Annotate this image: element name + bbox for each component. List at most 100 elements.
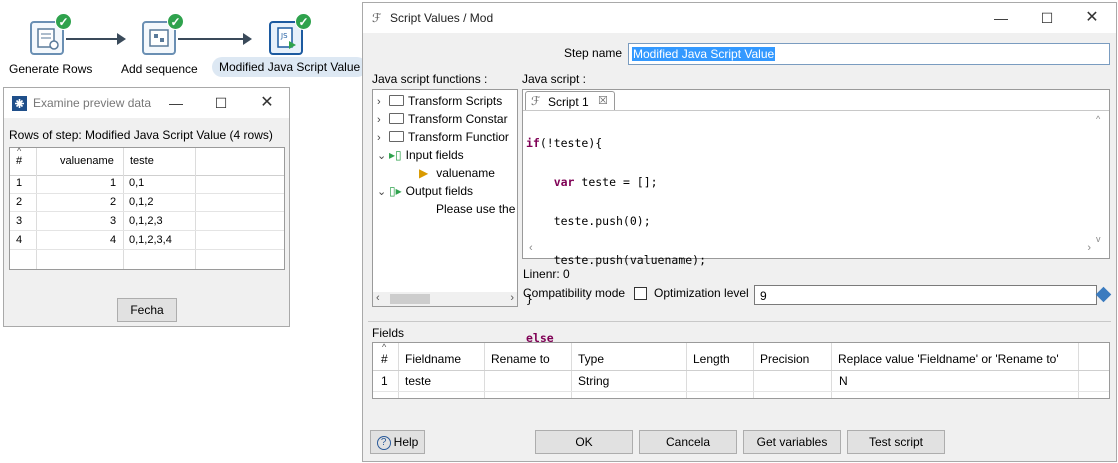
- row-number: 1: [16, 177, 23, 189]
- script-values-dialog: ℱ Script Values / Mod — ☐ ✕ Step name Mo…: [362, 2, 1117, 462]
- cell-teste: 0,1,2,3: [129, 215, 163, 227]
- svg-text:JS: JS: [280, 32, 288, 40]
- script-app-icon: ℱ: [372, 11, 382, 25]
- column-header[interactable]: #: [16, 155, 22, 167]
- tree-item-label: Transform Functior: [408, 130, 509, 144]
- get-variables-button[interactable]: Get variables: [743, 430, 841, 454]
- tree-item-transform-functions[interactable]: › Transform Functior: [377, 130, 509, 144]
- output-fields-icon: ▯▸: [389, 184, 402, 198]
- tree-item-label: Output fields: [405, 184, 474, 198]
- tree-item-transform-scripts[interactable]: › Transform Scripts: [377, 94, 502, 108]
- row-number: 4: [16, 234, 23, 246]
- maximize-icon[interactable]: ☐: [207, 92, 235, 114]
- column-header[interactable]: Fieldname: [405, 352, 461, 366]
- tree-item-hint[interactable]: Please use the ': [436, 202, 518, 216]
- compat-mode-label: Compatibility mode: [523, 286, 626, 300]
- preview-titlebar[interactable]: Examine preview data — ☐ ✕: [4, 88, 289, 118]
- step-name-label: Step name: [564, 46, 623, 60]
- tree-item-label: Input fields: [405, 148, 464, 162]
- pipeline-canvas[interactable]: ✓ Generate Rows ✓ Add sequence JS ✓ Modi…: [0, 0, 368, 85]
- tree-item-label: Please use the ': [436, 202, 518, 216]
- chevron-right-icon[interactable]: ›: [377, 96, 389, 108]
- tree-item-input-fields[interactable]: ⌄ ▸▯ Input fields: [377, 148, 464, 162]
- cell-valuename: 3: [110, 215, 117, 227]
- line-number-label: Linenr: 0: [523, 267, 570, 281]
- hop-arrow[interactable]: [66, 33, 126, 45]
- compat-mode-checkbox[interactable]: [634, 287, 647, 300]
- tree-item-label: Transform Scripts: [408, 94, 503, 108]
- close-icon[interactable]: ✕: [253, 92, 281, 114]
- ok-button[interactable]: OK: [535, 430, 633, 454]
- minimize-icon[interactable]: —: [162, 92, 190, 114]
- dialog-titlebar[interactable]: ℱ Script Values / Mod — ☐ ✕: [363, 3, 1116, 33]
- folder-icon: [389, 95, 404, 106]
- column-header[interactable]: Rename to: [491, 352, 550, 366]
- chevron-down-icon[interactable]: ⌄: [377, 185, 389, 198]
- scroll-up-icon[interactable]: ^: [1096, 114, 1100, 124]
- cell-teste: 0,1,2,3,4: [129, 234, 172, 246]
- row-number: 2: [16, 196, 23, 208]
- step-label-generate-rows[interactable]: Generate Rows: [9, 62, 92, 76]
- chevron-down-icon[interactable]: ⌄: [377, 149, 389, 162]
- close-icon[interactable]: ✕: [1078, 7, 1106, 29]
- cell-replace: N: [839, 374, 848, 388]
- script-editor[interactable]: ℱ Script 1 ☒ if(!teste){ var teste = [];…: [522, 89, 1110, 384]
- minimize-icon[interactable]: —: [987, 7, 1015, 29]
- functions-tree[interactable]: › Transform Scripts › Transform Constar › T…: [372, 89, 518, 307]
- step-ok-check-icon: ✓: [295, 13, 312, 30]
- test-script-button[interactable]: Test script: [847, 430, 945, 454]
- sort-indicator-icon: ^: [382, 342, 387, 352]
- preview-window: Examine preview data — ☐ ✕ Rows of step:…: [3, 87, 290, 327]
- help-button[interactable]: ? Help: [370, 430, 425, 454]
- pentaho-app-icon: [12, 96, 27, 111]
- column-header[interactable]: valuename: [60, 155, 114, 167]
- opt-level-value: 9: [760, 289, 767, 303]
- step-label-javascript[interactable]: Modified Java Script Value: [212, 57, 368, 77]
- tree-horizontal-scrollbar[interactable]: ‹ ›: [373, 292, 517, 306]
- scrollbar-thumb[interactable]: [390, 294, 430, 304]
- scroll-left-icon[interactable]: ‹: [529, 242, 533, 254]
- fields-table[interactable]: ^ # Fieldname Rename to Type Length Prec…: [372, 342, 1110, 399]
- tree-item-valuename[interactable]: ▶ valuename: [419, 166, 495, 180]
- row-number: 3: [16, 215, 23, 227]
- column-header[interactable]: Type: [578, 352, 604, 366]
- fecha-button[interactable]: Fecha: [117, 298, 177, 322]
- variable-icon[interactable]: [1095, 286, 1112, 303]
- input-fields-icon: ▸▯: [389, 148, 402, 162]
- scroll-right-icon[interactable]: ›: [510, 292, 514, 304]
- dialog-title: Script Values / Mod: [390, 11, 494, 25]
- maximize-icon[interactable]: ☐: [1033, 7, 1061, 29]
- preview-caption: Rows of step: Modified Java Script Value…: [9, 128, 273, 142]
- tree-item-label: valuename: [436, 166, 495, 180]
- close-tab-icon[interactable]: ☒: [598, 94, 608, 107]
- scroll-right-icon[interactable]: ›: [1087, 242, 1091, 254]
- tree-item-transform-constants[interactable]: › Transform Constar: [377, 112, 508, 126]
- opt-level-field[interactable]: 9: [754, 285, 1097, 305]
- cancel-button[interactable]: Cancela: [639, 430, 737, 454]
- tree-item-label: Transform Constar: [408, 112, 508, 126]
- tab-script-1[interactable]: ℱ Script 1 ☒: [525, 91, 615, 110]
- editor-horizontal-scrollbar[interactable]: ‹ ›: [527, 242, 1093, 256]
- editor-vertical-scrollbar[interactable]: ^ v: [1095, 114, 1107, 244]
- functions-label: Java script functions :: [372, 72, 488, 86]
- folder-icon: [389, 113, 404, 124]
- preview-title: Examine preview data: [33, 96, 152, 110]
- column-header[interactable]: Precision: [760, 352, 809, 366]
- chevron-right-icon[interactable]: ›: [377, 132, 389, 144]
- step-ok-check-icon: ✓: [167, 13, 184, 30]
- field-arrow-icon: ▶: [419, 166, 429, 180]
- column-header[interactable]: Replace value 'Fieldname' or 'Rename to': [838, 352, 1059, 366]
- column-header[interactable]: #: [381, 352, 388, 366]
- column-header[interactable]: teste: [130, 155, 154, 167]
- script-label: Java script :: [522, 72, 587, 86]
- hop-arrow[interactable]: [178, 33, 252, 45]
- preview-table[interactable]: ^ # valuename teste 1 1 0,1 2 2 0,1,2 3 …: [9, 146, 285, 270]
- tree-item-output-fields[interactable]: ⌄ ▯▸ Output fields: [377, 184, 473, 198]
- scroll-left-icon[interactable]: ‹: [376, 292, 380, 304]
- step-name-field[interactable]: Modified Java Script Value: [628, 43, 1110, 65]
- chevron-right-icon[interactable]: ›: [377, 114, 389, 126]
- scroll-down-icon[interactable]: v: [1096, 234, 1101, 244]
- folder-icon: [389, 131, 404, 142]
- column-header[interactable]: Length: [693, 352, 730, 366]
- step-label-add-sequence[interactable]: Add sequence: [121, 62, 198, 76]
